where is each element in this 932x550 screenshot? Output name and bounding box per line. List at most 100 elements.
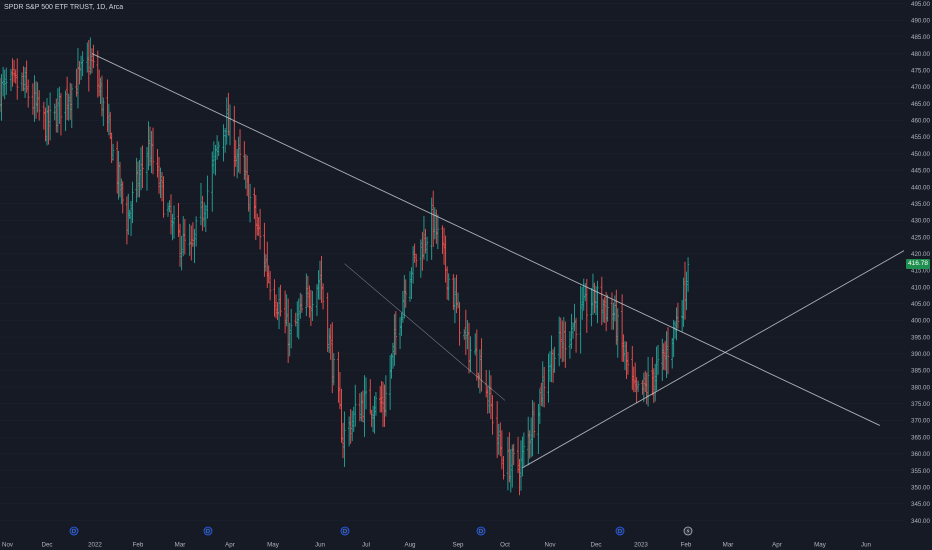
ohlc-bar (419, 239, 423, 278)
price-tick-label: 480.00 (911, 51, 930, 58)
time-tick-label: Sep (452, 542, 464, 549)
price-tick-label: 450.00 (911, 151, 930, 158)
inner-descending-line[interactable] (344, 263, 506, 401)
symbol-title[interactable]: SPDR S&P 500 ETF TRUST, 1D, Arca (4, 3, 123, 12)
ohlc-bar (600, 276, 604, 326)
ohlc-bar (347, 416, 351, 447)
ohlc-bar (332, 353, 335, 386)
price-tick-label: 360.00 (911, 451, 930, 458)
ohlc-bar (121, 181, 124, 214)
ohlc-bar (306, 275, 310, 308)
ohlc-bar (75, 68, 78, 97)
time-tick-label: Dec (590, 542, 601, 549)
trendlines (91, 53, 911, 469)
ohlc-bar (444, 235, 447, 283)
ohlc-bar (631, 346, 634, 390)
ohlc-bar (467, 322, 471, 374)
time-tick-label: Apr (772, 542, 782, 549)
ohlc-bar (131, 181, 134, 224)
ohlc-bar (288, 323, 291, 357)
svg-text:D: D (206, 529, 210, 535)
time-scale[interactable]: Nov Dec 2022 Feb Mar Apr May Jun Jul Aug Sep Oct Nov… (2, 542, 872, 549)
ohlc-bar (254, 195, 257, 240)
dividend-icon[interactable]: D (203, 526, 213, 536)
dividend-icon[interactable]: D (340, 526, 350, 536)
ohlc-bar (401, 290, 405, 323)
ohlc-bar (422, 215, 426, 260)
ohlc-bar (562, 317, 565, 362)
price-tick-label: 365.00 (911, 434, 930, 441)
ohlc-bar (115, 141, 119, 194)
ohlc-bar (537, 403, 540, 454)
ohlc-bar (441, 225, 444, 255)
ohlc-bar (273, 279, 276, 317)
time-tick-label: Jun (315, 542, 326, 549)
ohlc-bar (5, 67, 8, 95)
ohlc-bar (328, 328, 331, 354)
ohlc-bar (289, 308, 293, 349)
ohlc-bar (33, 75, 36, 122)
ohlc-bar (573, 303, 576, 332)
price-chart[interactable]: 495.00 490.00 485.00 480.00 475.00 470.00 465.… (0, 0, 932, 550)
ohlc-bar (675, 307, 678, 341)
price-tick-label: 345.00 (911, 501, 930, 508)
ohlc-bar (686, 257, 690, 292)
ohlc-bar (178, 223, 182, 267)
time-tick-label: Jul (362, 542, 370, 549)
ohlc-bar (568, 331, 572, 359)
ohlc-bar (541, 361, 544, 407)
ohlc-bar (243, 141, 246, 180)
ohlc-bar (276, 302, 279, 321)
ohlc-bar (48, 92, 52, 141)
ohlc-bar (527, 416, 530, 466)
ascending-trendline[interactable] (522, 246, 911, 469)
ohlc-bar (502, 456, 505, 480)
ohlc-bar (201, 195, 204, 231)
ohlc-bar (110, 132, 113, 164)
ohlc-bar (141, 145, 144, 188)
ohlc-bar (551, 349, 555, 383)
ohlc-bar (388, 355, 392, 410)
ohlc-bar (411, 246, 415, 284)
time-tick-label: 2022 (88, 542, 102, 549)
ohlc-bar (655, 346, 658, 391)
ohlc-bar (613, 295, 617, 322)
ohlc-bar (477, 372, 480, 388)
ohlc-bar (646, 356, 650, 407)
ohlc-bar (414, 253, 418, 268)
ohlc-bar (76, 47, 80, 109)
ohlc-bar (109, 111, 112, 140)
ohlc-bar (540, 382, 543, 406)
ohlc-bar (315, 283, 319, 317)
ohlc-bar (59, 93, 63, 136)
ohlc-bar (550, 335, 553, 383)
ohlc-bar (263, 222, 266, 277)
descending-trendline[interactable] (91, 53, 880, 426)
dividend-icon[interactable]: D (476, 526, 486, 536)
dividend-icon[interactable]: D (615, 526, 625, 536)
ohlc-bar (214, 144, 217, 176)
dividend-icon[interactable]: D (69, 526, 79, 536)
ohlc-bar (615, 289, 618, 345)
ohlc-bar (652, 368, 655, 403)
ohlc-bar (120, 178, 123, 205)
ohlc-bar (117, 150, 120, 200)
ohlc-bar (64, 90, 67, 132)
ohlc-bar (672, 319, 675, 358)
ohlc-bar (371, 405, 375, 433)
ohlc-bar (100, 75, 104, 117)
ohlc-bar (393, 314, 396, 366)
ohlc-bar (20, 72, 24, 92)
price-scale[interactable]: 495.00 490.00 485.00 480.00 475.00 470.00 465.… (904, 0, 932, 550)
ohlc-bar (413, 243, 416, 263)
ohlc-bar (188, 223, 191, 256)
ohlc-bar (3, 69, 6, 100)
ohlc-bar (86, 42, 89, 73)
earnings-flash-icon[interactable] (683, 526, 693, 536)
ohlc-bar (390, 353, 393, 379)
ohlc-bar (206, 175, 209, 219)
ohlc-bar (135, 157, 138, 203)
price-tick-label: 440.00 (911, 184, 930, 191)
ohlc-bar (360, 391, 363, 422)
ohlc-bar (452, 274, 455, 310)
